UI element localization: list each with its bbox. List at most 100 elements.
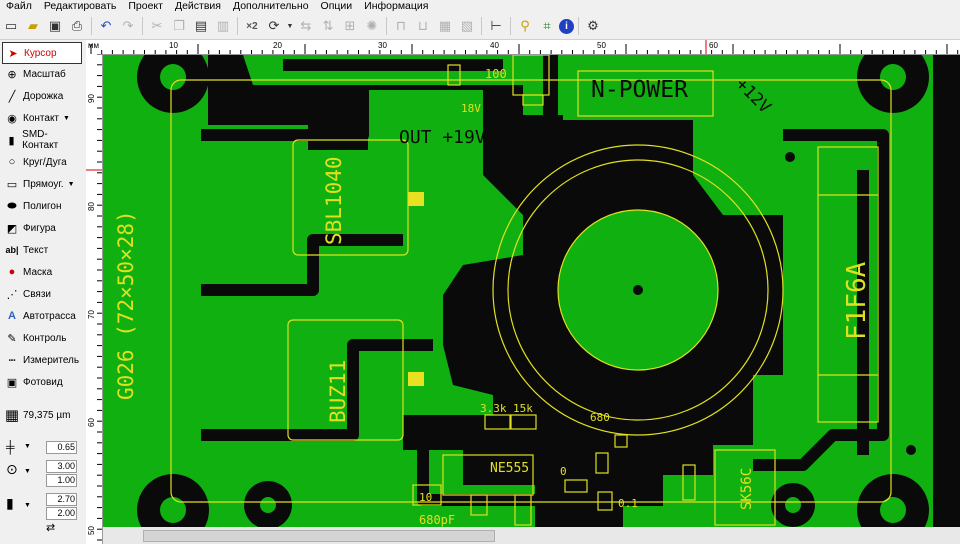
print-icon[interactable]: ⎙ [67,16,87,36]
settings-gear-icon[interactable]: ⚙ [583,16,603,36]
pad-outer-field[interactable]: 3.00 [46,460,77,473]
label-npower: N-POWER [591,77,688,103]
shape-icon: ◩ [6,222,18,235]
scrollbar-thumb[interactable] [143,530,495,542]
redo-icon[interactable]: ↷ [118,16,138,36]
tool-mask[interactable]: ● Маска [2,262,80,282]
grid-value: 79,375 µm [23,409,71,421]
toolbar-separator [91,17,92,35]
label-r01: 0.1 [618,497,638,510]
tool-text[interactable]: ab| Текст [2,240,80,260]
smd-size-icon: ▮ [6,495,14,511]
dropdown-arrow-icon[interactable]: ▼ [24,502,31,509]
ruler-label: 80 [86,202,96,211]
save-icon[interactable]: ▣ [45,16,65,36]
open-folder-icon[interactable]: ▰ [23,16,43,36]
label-board-name: G026 (72×50×28) [114,210,138,400]
label-r0: 0 [560,465,567,478]
ungroup-icon[interactable]: ▧ [457,16,477,36]
search-icon[interactable]: ⚲ [515,16,535,36]
dropdown-arrow-icon[interactable]: ▼ [24,443,31,450]
dropdown-arrow-icon[interactable]: ▼ [68,181,75,188]
highlight-icon[interactable]: ✺ [362,16,382,36]
menu-item-2[interactable]: Проект [122,0,169,13]
tool-label: Прямоуг. [23,178,64,190]
tool-smd-pad[interactable]: ▮ SMD-Контакт [2,129,80,151]
tool-measure[interactable]: ┉ Измеритель [2,350,80,370]
tool-label: Контроль [23,332,67,344]
label-sbl: SBL1040 [322,156,346,245]
dropdown-arrow-icon[interactable]: ▼ [63,115,70,122]
menu-item-3[interactable]: Действия [169,0,227,13]
menu-item-0[interactable]: Файл [0,0,38,13]
mirror-h-icon[interactable]: ⇆ [296,16,316,36]
tool-polygon[interactable]: ⬬ Полигон [2,196,80,216]
tool-label: Контакт [23,112,60,124]
menu-item-5[interactable]: Опции [315,0,359,13]
label-r680: 680 [590,411,610,424]
group-icon[interactable]: ▦ [435,16,455,36]
tool-panel: ➤ Курсор ⊕ Масштаб ╱ Дорожка ◉ Контакт ▼ ▮ SMD… [0,40,82,544]
paste-icon[interactable]: ▤ [191,16,211,36]
polygon-icon: ⬬ [7,199,17,212]
menu-item-1[interactable]: Редактировать [38,0,123,13]
pad-size-icon: ⊙ [6,461,18,477]
tool-label: Круг/Дуга [23,156,67,168]
zoom-x2-button[interactable]: ×2 [242,16,262,36]
track-width-icon: ╪ [6,440,15,454]
toolbar-separator [481,17,482,35]
unlock-icon[interactable]: ⊔ [413,16,433,36]
smd-height-field[interactable]: 2.00 [46,507,77,520]
tool-pad[interactable]: ◉ Контакт ▼ [2,108,80,128]
connections-icon[interactable]: ⌗ [537,16,557,36]
menu-item-4[interactable]: Дополнительно [227,0,315,13]
dropdown-arrow-icon[interactable]: ▼ [24,468,31,475]
grid-setting[interactable]: ▦ 79,375 µm [2,405,80,425]
tool-label: Измеритель [23,354,80,366]
ruler-label: 60 [709,41,718,50]
info-icon[interactable]: i [559,18,574,34]
pcb-canvas[interactable]: G026 (72×50×28) N-POWER +12V OUT +19V SB… [103,55,960,527]
tool-check[interactable]: ✎ Контроль [2,328,80,348]
layer-icon[interactable]: ⊢ [486,16,506,36]
zoom-icon: ⊕ [7,68,17,81]
photoview-icon: ▣ [6,376,18,389]
rotate-icon[interactable]: ⟳ [264,16,284,36]
tool-label: Фигура [23,222,56,234]
smd-width-field[interactable]: 2.70 [46,493,77,506]
tool-label: Курсор [24,47,57,59]
lock-icon[interactable]: ⊓ [391,16,411,36]
ruler-label: 40 [490,41,499,50]
align-icon[interactable]: ⊞ [340,16,360,36]
tool-autoroute[interactable]: A Автотрасса [2,306,80,326]
track-width-field[interactable]: 0.65 [46,441,77,454]
ruler-label: 30 [378,41,387,50]
dropdown-arrow-icon[interactable]: ▼ [286,16,294,36]
swap-icon[interactable]: ⇄ [46,521,55,534]
smd-pad [408,372,424,386]
tool-label: Маска [23,266,53,278]
menu-item-6[interactable]: Информация [358,0,434,13]
horizontal-scrollbar[interactable] [103,527,960,544]
ruler-left-ticks [86,54,102,541]
tool-zoom[interactable]: ⊕ Масштаб [2,64,80,84]
tool-shape[interactable]: ◩ Фигура [2,218,80,238]
tool-circle[interactable]: ○ Круг/Дуга [2,152,80,172]
tool-photoview[interactable]: ▣ Фотовид [2,372,80,392]
pad-icon: ◉ [7,112,17,125]
rectangle-icon: ▭ [6,178,18,191]
delete-icon[interactable]: ▥ [213,16,233,36]
label-r33k: 3.3k [480,402,507,415]
undo-icon[interactable]: ↶ [96,16,116,36]
tool-connections[interactable]: ⋰ Связи [2,284,80,304]
tool-label: Текст [23,244,49,256]
tool-cursor[interactable]: ➤ Курсор [2,42,82,64]
cut-icon[interactable]: ✂ [147,16,167,36]
tool-rectangle[interactable]: ▭ Прямоуг. ▼ [2,174,80,194]
mirror-v-icon[interactable]: ⇅ [318,16,338,36]
tool-track[interactable]: ╱ Дорожка [2,86,80,106]
pad-inner-field[interactable]: 1.00 [46,474,77,487]
tool-label: Автотрасса [23,310,76,322]
copy-icon[interactable]: ❐ [169,16,189,36]
new-file-icon[interactable]: ▭ [1,16,21,36]
